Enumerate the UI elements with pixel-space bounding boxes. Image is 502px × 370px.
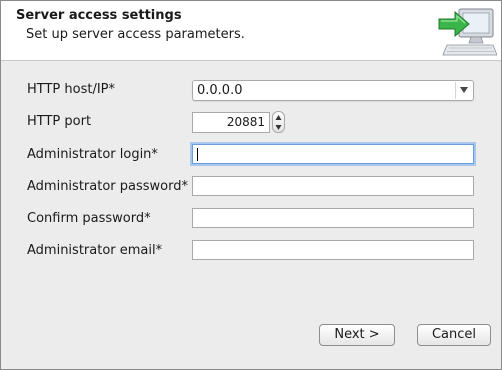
dialog-window: Server access settings Set up server acc… (0, 0, 502, 370)
computer-with-green-arrow-icon (438, 8, 497, 56)
next-button[interactable]: Next > (319, 324, 395, 346)
admin-login-label: Administrator login* (27, 147, 158, 162)
http-port-label: HTTP port (27, 114, 92, 129)
admin-login-field[interactable] (192, 144, 474, 164)
admin-email-field[interactable] (192, 240, 474, 260)
http-host-value: 0.0.0.0 (197, 83, 243, 98)
cancel-button[interactable]: Cancel (417, 324, 491, 346)
http-host-dropdown[interactable]: 0.0.0.0 (192, 80, 474, 101)
http-port-value: 20881 (226, 115, 265, 129)
header-title: Server access settings (16, 8, 182, 23)
triangle-down-icon[interactable] (275, 123, 282, 131)
http-port-stepper[interactable] (272, 111, 285, 133)
confirm-password-label: Confirm password* (27, 211, 151, 226)
triangle-up-icon[interactable] (275, 114, 282, 122)
dropdown-divider (455, 82, 456, 99)
header-subtitle: Set up server access parameters. (26, 27, 245, 42)
text-caret (197, 148, 198, 161)
http-host-label: HTTP host/IP* (27, 82, 116, 97)
dialog-header: Server access settings Set up server acc… (1, 1, 501, 61)
http-port-spinner-field[interactable]: 20881 (192, 112, 270, 133)
admin-password-label: Administrator password* (27, 179, 188, 194)
confirm-password-field[interactable] (192, 208, 474, 228)
admin-password-field[interactable] (192, 176, 474, 196)
admin-email-label: Administrator email* (27, 243, 163, 258)
chevron-down-icon[interactable] (459, 84, 469, 96)
